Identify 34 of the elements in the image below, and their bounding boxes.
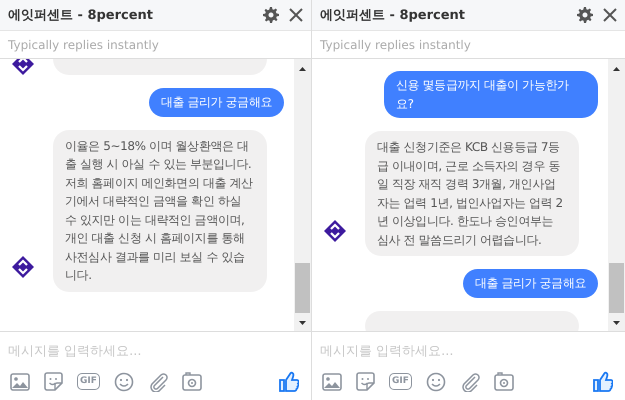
image-icon[interactable]	[10, 372, 30, 390]
like-icon[interactable]	[593, 371, 613, 392]
chat-title: 에잇퍼센트 - 8percent	[320, 7, 466, 24]
scroll-thumb[interactable]	[295, 263, 310, 313]
paperclip-icon[interactable]	[148, 372, 168, 392]
settings-icon[interactable]	[577, 7, 593, 23]
gif-button[interactable]: GIF	[389, 373, 412, 390]
message-bubble: 이율은 5~18% 이며 월상환액은 대출 실행 시 아실 수 있는 부분입니다. 저희 홈페이지 메인화면의 대출 계산기에서 대략적인 금액을 확인 하실 수 있지만 이는 대략적인 금액이며, 개인 대출 신청 시 홈페이지를 통해 사전심사 결과를 미리 보실 수 있습니다.	[53, 130, 267, 292]
scroll-up-icon[interactable]	[613, 67, 620, 71]
emoji-icon[interactable]	[426, 372, 446, 392]
scrollbar[interactable]	[608, 59, 625, 331]
camera-icon[interactable]	[182, 372, 202, 391]
message-bubble: 대출 금리가 궁금해요	[148, 88, 284, 116]
message-bubble: 대출 신청기준은 KCB 신용등급 7등급 이내이며, 근로 소득자의 경우 동일 직장 재직 경력 3개월, 개인사업자는 업력 1년, 법인사업자는 업력 2년 이상입니다. 한도나 승인여부는 심사 전 말씀드리기 어렵습니다.	[365, 131, 579, 256]
gif-button[interactable]: GIF	[77, 373, 100, 390]
close-icon[interactable]	[289, 8, 303, 22]
like-icon[interactable]	[279, 371, 299, 392]
scroll-up-icon[interactable]	[299, 67, 306, 71]
status-text: Typically replies instantly	[312, 31, 625, 59]
paperclip-icon[interactable]	[460, 372, 480, 392]
chat-title: 에잇퍼센트 - 8percent	[8, 7, 154, 24]
close-icon[interactable]	[603, 8, 617, 22]
sticker-icon[interactable]	[44, 372, 63, 391]
scroll-thumb[interactable]	[609, 263, 624, 313]
image-icon[interactable]	[322, 372, 342, 390]
settings-icon[interactable]	[263, 7, 279, 23]
scroll-down-icon[interactable]	[299, 321, 306, 325]
message-bubble: 신용 몇등급까지 대출이 가능한가요?	[384, 71, 598, 118]
camera-icon[interactable]	[494, 372, 514, 391]
sticker-icon[interactable]	[356, 372, 375, 391]
emoji-icon[interactable]	[114, 372, 134, 392]
scroll-down-icon[interactable]	[613, 321, 620, 325]
message-bubble: 대출 금리가 궁금해요	[462, 269, 598, 298]
scrollbar[interactable]	[294, 59, 311, 331]
